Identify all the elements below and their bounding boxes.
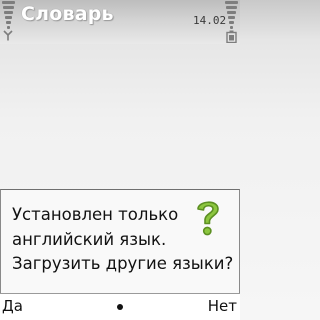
right-softkey-no[interactable]: Нет <box>208 297 237 315</box>
left-softkey-yes[interactable]: Да <box>2 297 23 315</box>
clock: 14.02 <box>193 14 227 27</box>
app-title: Словарь <box>21 3 114 25</box>
dialog-line: английский язык. <box>12 229 167 249</box>
confirmation-dialog: Установлен только английский язык. Загру… <box>0 189 240 293</box>
status-bar: Словарь 14.02 <box>0 0 240 44</box>
battery-icon <box>226 30 237 43</box>
dialog-message: Установлен только английский язык. Загру… <box>12 203 234 277</box>
softkey-bar: Да Нет <box>0 293 240 320</box>
question-mark-icon <box>197 201 219 236</box>
middle-softkey-dot[interactable] <box>117 304 123 310</box>
antenna-icon <box>3 30 13 41</box>
dialog-line: Установлен только <box>12 205 179 224</box>
dialog-line: Загрузить другие языки? <box>12 254 234 273</box>
signal-strength-icon <box>2 1 16 29</box>
battery-level-icon <box>225 1 239 29</box>
